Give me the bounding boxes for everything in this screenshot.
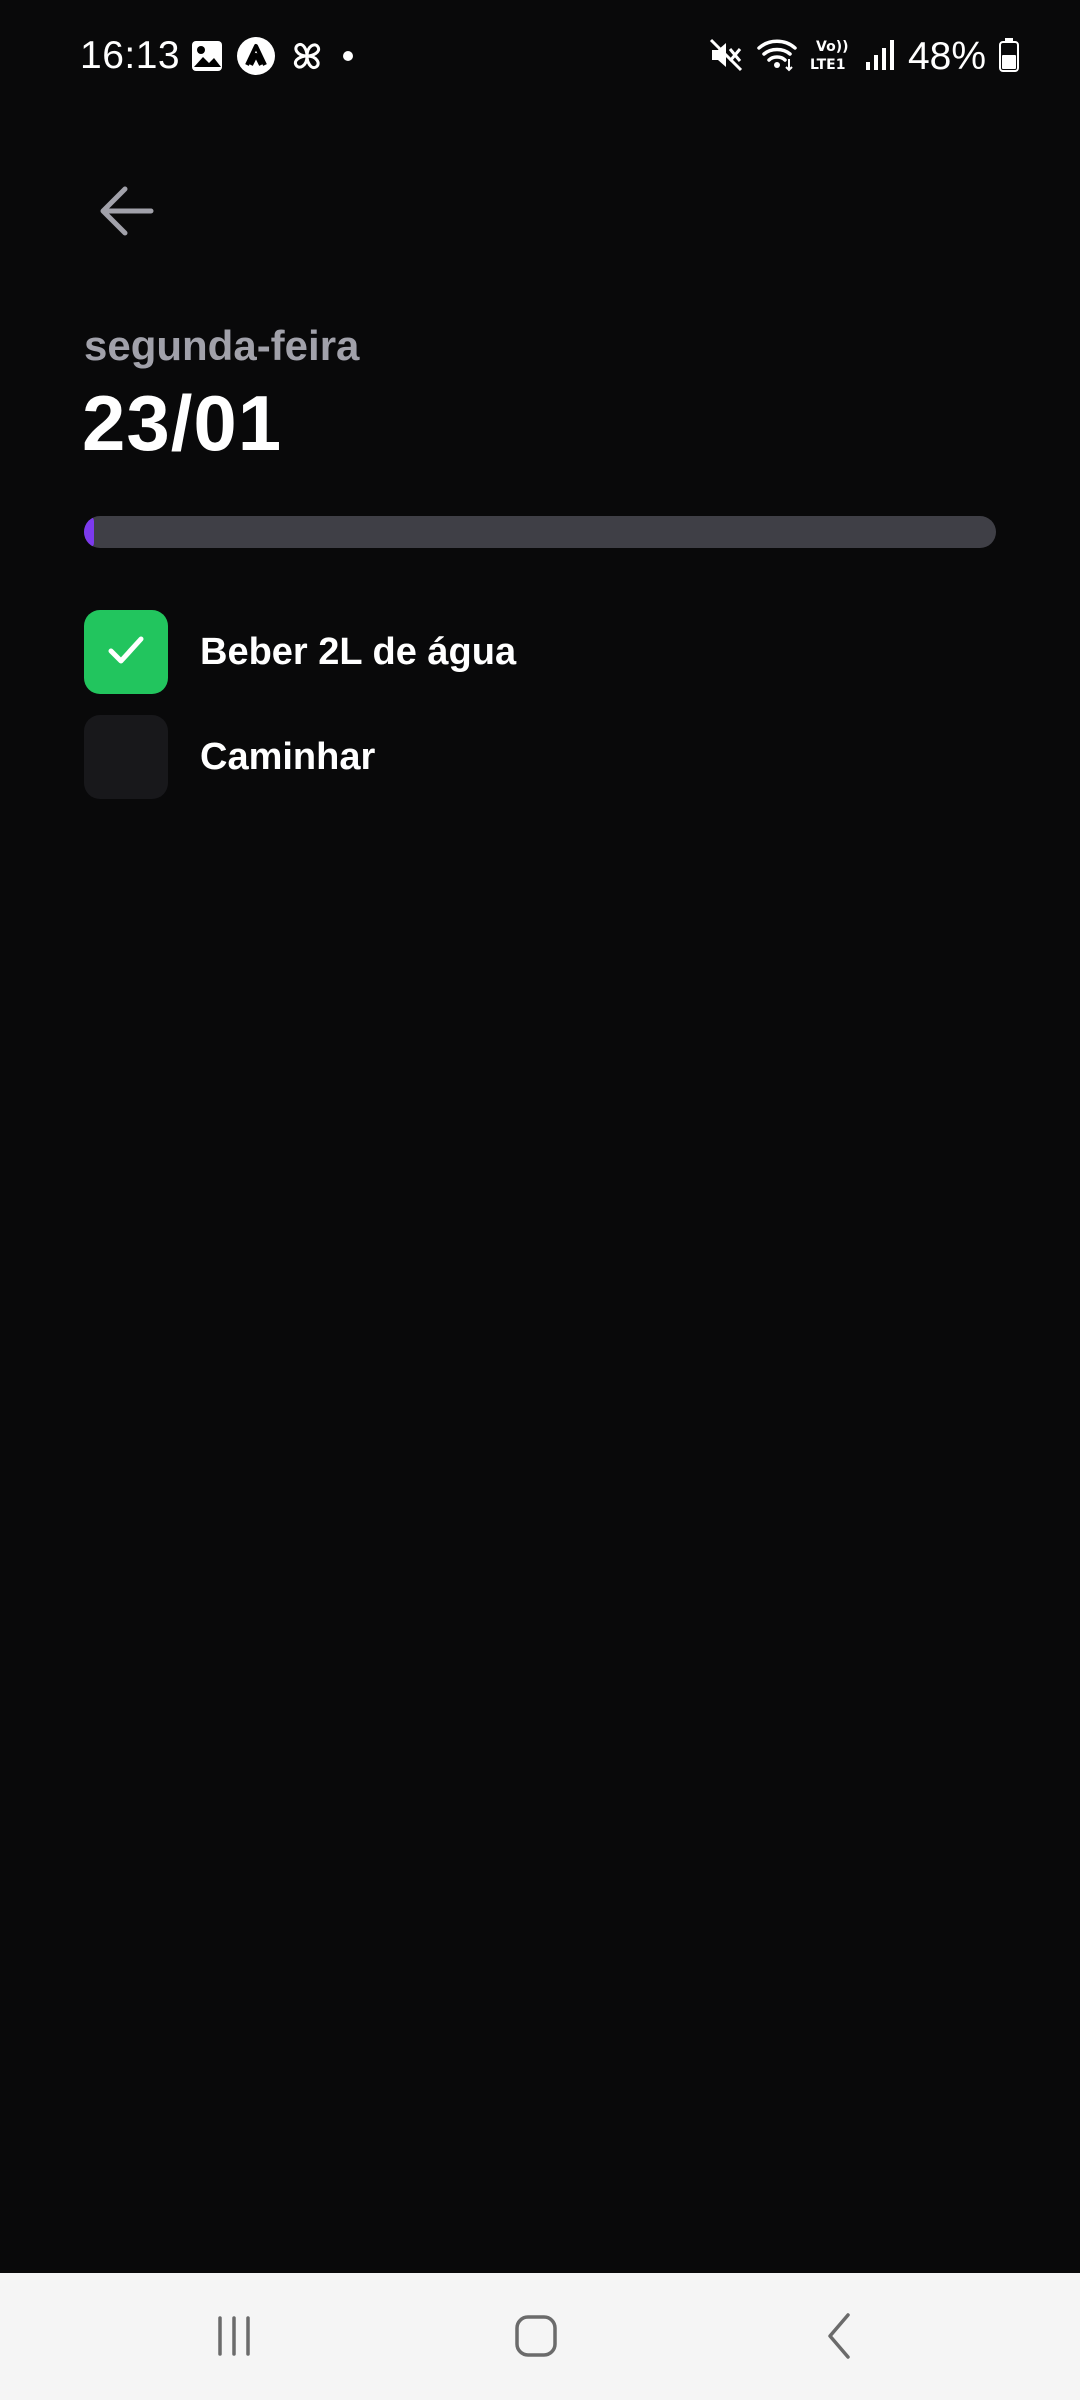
home-icon — [513, 2313, 559, 2364]
habit-item[interactable]: Caminhar — [84, 715, 996, 799]
wifi-icon — [756, 37, 798, 78]
habit-checkbox[interactable] — [84, 610, 168, 694]
habit-list: Beber 2L de água Caminhar — [84, 610, 996, 820]
progress-bar — [84, 516, 996, 548]
home-button[interactable] — [486, 2293, 586, 2383]
battery-percent: 48% — [907, 35, 986, 78]
svg-text:Vo)): Vo)) — [816, 39, 848, 55]
status-time: 16:13 — [80, 34, 181, 77]
check-icon — [103, 627, 149, 678]
nav-back-button[interactable] — [790, 2293, 890, 2383]
navigation-bar — [0, 2273, 1080, 2400]
gallery-icon — [190, 39, 224, 78]
back-icon — [818, 2311, 862, 2366]
system-icons: Vo)) LTE1 48% — [708, 34, 1020, 80]
pinwheel-icon — [288, 37, 326, 80]
habit-label: Beber 2L de água — [200, 630, 517, 673]
recent-apps-icon — [212, 2314, 256, 2363]
habit-label: Caminhar — [200, 735, 376, 778]
back-button[interactable] — [84, 170, 170, 256]
arrow-left-icon — [95, 179, 159, 248]
status-bar: 16:13 Vo)) LTE1 48% — [0, 0, 1080, 120]
progress-fill — [84, 516, 94, 548]
page-title: 23/01 — [82, 379, 283, 467]
mute-icon — [708, 37, 744, 78]
signal-icon — [864, 38, 896, 77]
battery-icon — [998, 37, 1020, 78]
recent-apps-button[interactable] — [184, 2293, 284, 2383]
app-a-icon — [236, 36, 276, 81]
dot-icon — [338, 46, 358, 71]
habit-checkbox[interactable] — [84, 715, 168, 799]
volte-icon: Vo)) LTE1 — [810, 35, 852, 80]
weekday-label: segunda-feira — [84, 322, 360, 369]
svg-text:LTE1: LTE1 — [810, 57, 845, 73]
notification-icons — [190, 36, 358, 81]
habit-item[interactable]: Beber 2L de água — [84, 610, 996, 694]
